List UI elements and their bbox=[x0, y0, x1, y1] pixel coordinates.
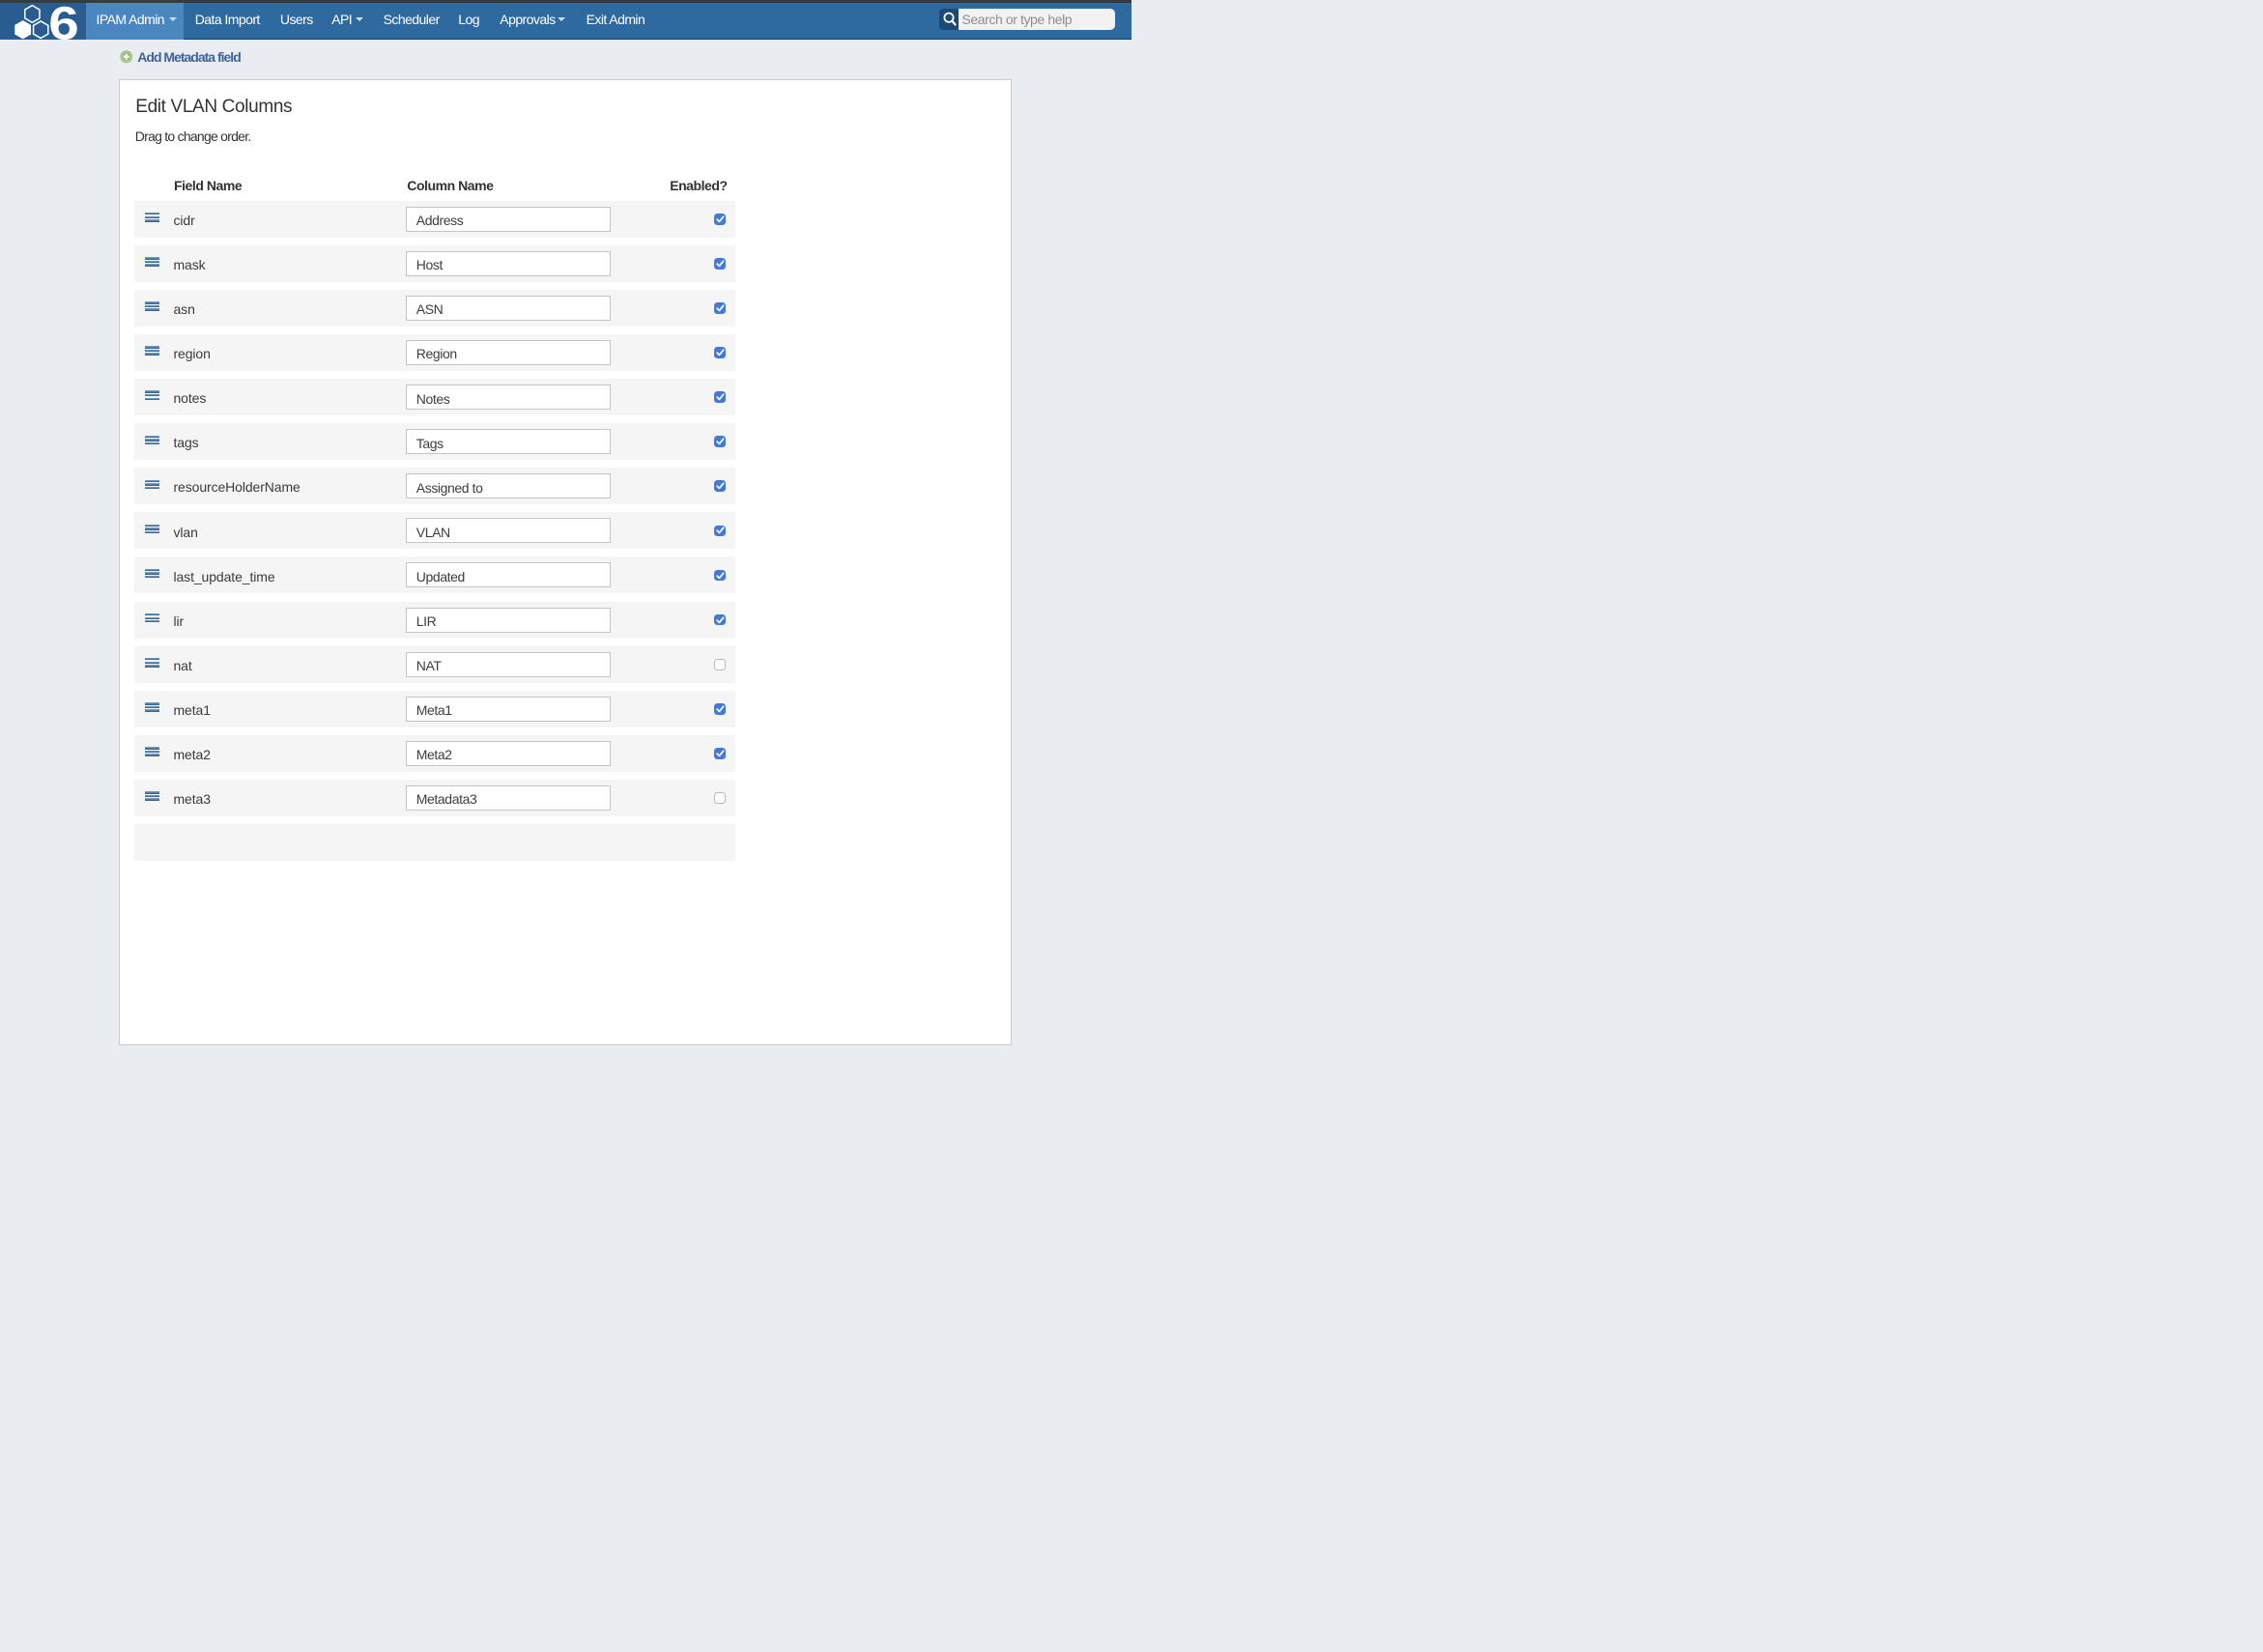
svg-text:6: 6 bbox=[48, 3, 79, 41]
